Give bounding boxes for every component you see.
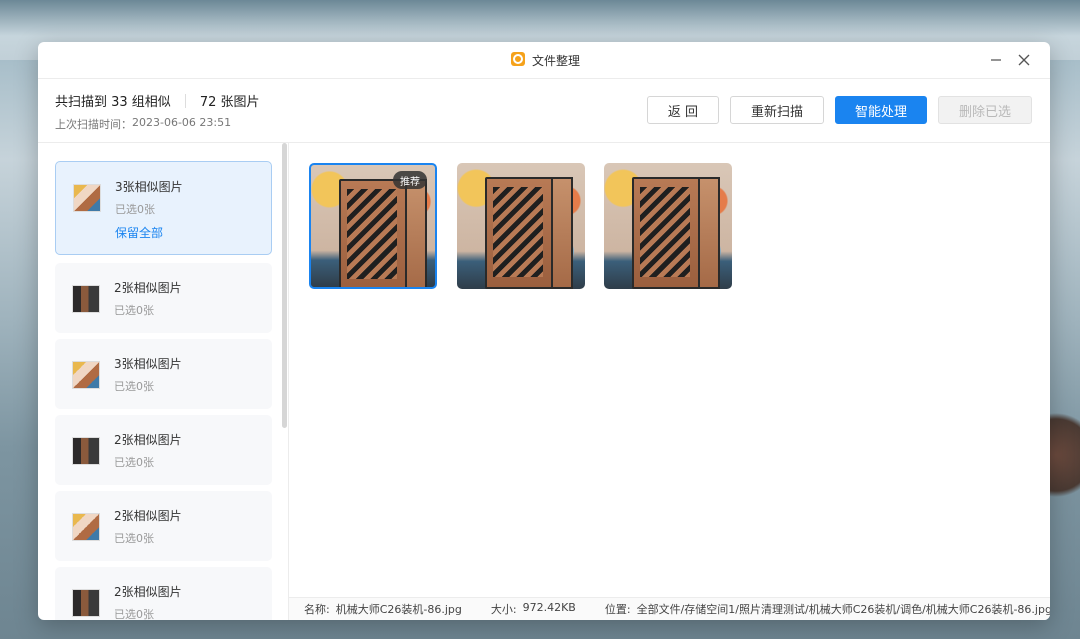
group-item[interactable]: 2张相似图片 已选0张 bbox=[55, 491, 272, 561]
pc-case-side bbox=[551, 177, 573, 289]
file-name-label: 名称: bbox=[304, 603, 330, 616]
group-name: 2张相似图片 bbox=[114, 509, 182, 523]
divider bbox=[184, 93, 186, 108]
photo-item[interactable]: 推荐 bbox=[309, 163, 437, 289]
last-scan-label: 上次扫描时间： bbox=[55, 118, 132, 131]
similar-group-count: 共扫描到 33 组相似 bbox=[55, 95, 171, 110]
file-organizer-icon bbox=[511, 52, 525, 66]
group-selected-count: 已选0张 bbox=[114, 380, 154, 393]
photo-item[interactable] bbox=[457, 163, 585, 289]
last-scan-info: 上次扫描时间： 2023-06-06 23:51 bbox=[55, 116, 231, 132]
group-item[interactable]: 2张相似图片 已选0张 bbox=[55, 263, 272, 333]
file-size-info: 大小: 972.42KB bbox=[491, 601, 576, 617]
status-bar: 名称: 机械大师C26装机-86.jpg 大小: 972.42KB 位置: 全部… bbox=[289, 597, 1050, 620]
group-item[interactable]: 3张相似图片 已选0张 bbox=[55, 339, 272, 409]
minimize-button[interactable] bbox=[986, 50, 1006, 70]
file-name-value: 机械大师C26装机-86.jpg bbox=[335, 603, 462, 616]
photo-grid: 推荐 bbox=[289, 143, 1050, 598]
group-name: 2张相似图片 bbox=[114, 281, 182, 295]
group-selected-count: 已选0张 bbox=[115, 203, 155, 216]
smart-process-button[interactable]: 智能处理 bbox=[835, 96, 927, 124]
group-thumbnail bbox=[72, 437, 100, 465]
last-scan-time: 2023-06-06 23:51 bbox=[132, 116, 232, 129]
group-item[interactable]: 2张相似图片 已选0张 bbox=[55, 567, 272, 620]
pc-case-front bbox=[632, 177, 700, 289]
group-item[interactable]: 2张相似图片 已选0张 bbox=[55, 415, 272, 485]
window-title: 文件整理 bbox=[532, 54, 581, 68]
group-thumbnail bbox=[72, 589, 100, 617]
recommended-badge: 推荐 bbox=[393, 171, 427, 189]
group-name: 3张相似图片 bbox=[114, 357, 182, 371]
file-path-label: 位置: bbox=[604, 603, 631, 616]
group-item[interactable]: 3张相似图片 已选0张 保留全部 bbox=[55, 161, 272, 255]
pc-case-side bbox=[405, 179, 427, 287]
keep-all-link[interactable]: 保留全部 bbox=[115, 224, 163, 241]
group-selected-count: 已选0张 bbox=[114, 304, 154, 317]
pc-case-side bbox=[698, 177, 720, 289]
group-thumbnail bbox=[72, 513, 100, 541]
pc-case-front bbox=[485, 177, 553, 289]
file-organizer-window: 文件整理 共扫描到 33 组相似 72 张图片 上次扫描时间： 2023-06-… bbox=[38, 42, 1050, 620]
group-thumbnail bbox=[73, 184, 101, 212]
group-list: 3张相似图片 已选0张 保留全部 2张相似图片 已选0张 3张相似图片 已选0张… bbox=[38, 143, 289, 620]
sidebar-scrollbar[interactable] bbox=[282, 143, 287, 428]
close-icon bbox=[1018, 54, 1030, 66]
rescan-button[interactable]: 重新扫描 bbox=[730, 96, 824, 124]
group-selected-count: 已选0张 bbox=[114, 456, 154, 469]
close-button[interactable] bbox=[1014, 50, 1034, 70]
scan-summary: 共扫描到 33 组相似 72 张图片 bbox=[55, 91, 260, 110]
group-selected-count: 已选0张 bbox=[114, 532, 154, 545]
title-bar: 文件整理 bbox=[38, 42, 1050, 79]
file-name-info: 名称: 机械大师C26装机-86.jpg bbox=[304, 601, 462, 617]
back-button[interactable]: 返 回 bbox=[647, 96, 719, 124]
delete-selected-button[interactable]: 删除已选 bbox=[938, 96, 1032, 124]
group-name: 2张相似图片 bbox=[114, 585, 182, 599]
group-name: 3张相似图片 bbox=[115, 180, 183, 194]
file-size-label: 大小: bbox=[490, 603, 517, 616]
file-size-value: 972.42KB bbox=[522, 601, 576, 614]
file-path-info: 位置: 全部文件/存储空间1/照片清理测试/机械大师C26装机/调色/机械大师C… bbox=[605, 601, 1050, 617]
group-thumbnail bbox=[72, 361, 100, 389]
pc-case-front bbox=[339, 179, 407, 287]
group-thumbnail bbox=[72, 285, 100, 313]
image-count: 72 张图片 bbox=[199, 95, 260, 110]
group-selected-count: 已选0张 bbox=[114, 608, 154, 620]
file-path-value: 全部文件/存储空间1/照片清理测试/机械大师C26装机/调色/机械大师C26装机… bbox=[636, 603, 1050, 616]
photo-item[interactable] bbox=[604, 163, 732, 289]
scan-header: 共扫描到 33 组相似 72 张图片 上次扫描时间： 2023-06-06 23… bbox=[38, 78, 1050, 143]
minimize-icon bbox=[991, 59, 1001, 61]
group-name: 2张相似图片 bbox=[114, 433, 182, 447]
